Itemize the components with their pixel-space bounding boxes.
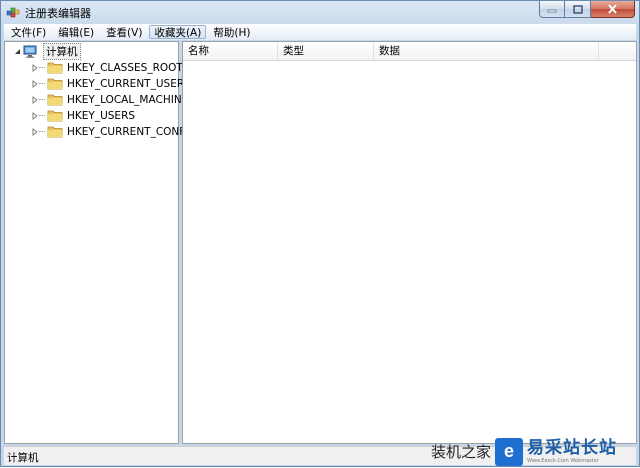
title-bar[interactable]: 注册表编辑器 <box>1 1 639 23</box>
tree-connector <box>39 67 45 68</box>
minimize-icon <box>547 9 557 13</box>
tree-label-hkey-current-config: HKEY_CURRENT_CONFIG <box>67 125 197 138</box>
values-list-pane[interactable]: 名称 类型 数据 <box>182 41 637 444</box>
watermark-brand-name: 易采站长站 <box>527 437 618 458</box>
maximize-button[interactable] <box>565 1 591 18</box>
watermark-brand-sub: Www.Easck.Com Webmaster <box>527 457 599 464</box>
folder-icon <box>47 78 63 90</box>
registry-editor-window: 注册表编辑器 文件(F) 编辑(E) 查看(V) 收藏夹(A) 帮助(H) 计算… <box>0 0 640 467</box>
folder-icon <box>47 126 63 138</box>
tree-node-hkey-classes-root[interactable]: HKEY_CLASSES_ROOT <box>31 60 183 75</box>
folder-icon <box>47 62 63 74</box>
expand-arrow-icon[interactable] <box>31 63 39 72</box>
status-path: 计算机 <box>7 452 39 464</box>
tree-label-computer: 计算机 <box>43 43 81 60</box>
menu-file[interactable]: 文件(F) <box>6 25 51 39</box>
window-title: 注册表编辑器 <box>25 7 91 20</box>
menu-edit[interactable]: 编辑(E) <box>53 25 99 39</box>
collapse-arrow-icon[interactable] <box>13 48 21 56</box>
close-button[interactable] <box>591 1 635 18</box>
watermark-text: 装机之家 <box>431 443 492 461</box>
tree-node-hkey-current-config[interactable]: HKEY_CURRENT_CONFIG <box>31 124 197 139</box>
caption-buttons <box>539 1 635 18</box>
watermark-brand: 易采站长站 Www.Easck.Com Webmaster <box>527 437 618 464</box>
close-icon <box>608 4 617 14</box>
watermark-logo-icon: e <box>495 437 524 466</box>
watermark: 装机之家 e 易采站长站 Www.Easck.Com Webmaster <box>431 435 640 468</box>
tree-label-hkey-users: HKEY_USERS <box>67 109 136 122</box>
expand-arrow-icon[interactable] <box>31 79 39 88</box>
expand-arrow-icon[interactable] <box>31 95 39 104</box>
column-header-name[interactable]: 名称 <box>183 42 278 60</box>
tree-connector <box>39 99 45 100</box>
expand-arrow-icon[interactable] <box>31 127 39 136</box>
menu-view[interactable]: 查看(V) <box>101 25 147 39</box>
tree-label-hkey-local-machine: HKEY_LOCAL_MACHINE <box>67 93 189 106</box>
tree-node-hkey-current-user[interactable]: HKEY_CURRENT_USER <box>31 76 184 91</box>
tree-node-computer[interactable]: 计算机 <box>13 43 81 60</box>
tree-label-hkey-current-user: HKEY_CURRENT_USER <box>67 77 185 90</box>
folder-icon <box>47 94 63 106</box>
menu-help[interactable]: 帮助(H) <box>208 25 255 39</box>
column-header-data[interactable]: 数据 <box>374 42 599 60</box>
tree-node-hkey-local-machine[interactable]: HKEY_LOCAL_MACHINE <box>31 92 188 107</box>
expand-arrow-icon[interactable] <box>31 111 39 120</box>
folder-icon <box>47 110 63 122</box>
tree-label-hkey-classes-root: HKEY_CLASSES_ROOT <box>67 61 183 74</box>
menu-favorites[interactable]: 收藏夹(A) <box>149 25 207 39</box>
regedit-app-icon <box>6 7 20 18</box>
tree-connector <box>39 83 45 84</box>
registry-tree-pane[interactable]: 计算机 HKEY_CLASSES_ROOT HKEY_CURRENT_USER … <box>4 41 197 444</box>
menu-bar: 文件(F) 编辑(E) 查看(V) 收藏夹(A) 帮助(H) <box>4 24 636 40</box>
tree-node-hkey-users[interactable]: HKEY_USERS <box>31 108 135 123</box>
column-header-type[interactable]: 类型 <box>278 42 374 60</box>
maximize-icon <box>572 4 583 14</box>
computer-icon <box>23 45 37 58</box>
tree-connector <box>39 131 45 132</box>
column-header-row: 名称 类型 数据 <box>183 42 636 61</box>
minimize-button[interactable] <box>539 1 565 18</box>
tree-connector <box>39 115 45 116</box>
